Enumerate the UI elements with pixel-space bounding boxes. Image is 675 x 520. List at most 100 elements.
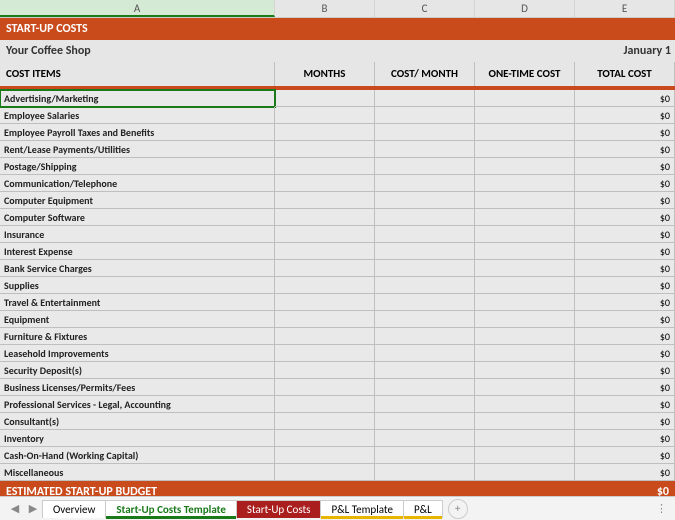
cell-total[interactable]: $0	[575, 413, 675, 430]
cell-cost-month[interactable]	[375, 379, 475, 396]
cell-one-time[interactable]	[475, 294, 575, 311]
cell-one-time[interactable]	[475, 311, 575, 328]
tab-pl-template[interactable]: P&L Template	[320, 500, 403, 518]
cell-total[interactable]: $0	[575, 277, 675, 294]
cost-item-label[interactable]: Bank Service Charges	[0, 260, 275, 277]
cost-item-label[interactable]: Employee Salaries	[0, 107, 275, 124]
cost-item-label[interactable]: Consultant(s)	[0, 413, 275, 430]
cell-months[interactable]	[275, 464, 375, 481]
cell-months[interactable]	[275, 345, 375, 362]
tab-nav-prev-icon[interactable]: ◀	[6, 500, 24, 518]
cell-cost-month[interactable]	[375, 158, 475, 175]
cell-one-time[interactable]	[475, 362, 575, 379]
cell-months[interactable]	[275, 226, 375, 243]
cell-months[interactable]	[275, 175, 375, 192]
cost-item-label[interactable]: Advertising/Marketing	[0, 90, 275, 107]
cell-cost-month[interactable]	[375, 464, 475, 481]
cell-total[interactable]: $0	[575, 447, 675, 464]
col-header-c[interactable]: C	[375, 0, 475, 17]
cell-cost-month[interactable]	[375, 243, 475, 260]
cost-item-label[interactable]: Furniture & Fixtures	[0, 328, 275, 345]
cell-cost-month[interactable]	[375, 362, 475, 379]
col-header-a[interactable]: A	[0, 0, 275, 17]
cell-total[interactable]: $0	[575, 362, 675, 379]
cell-months[interactable]	[275, 260, 375, 277]
cell-total[interactable]: $0	[575, 124, 675, 141]
cell-months[interactable]	[275, 192, 375, 209]
cost-item-label[interactable]: Supplies	[0, 277, 275, 294]
cell-one-time[interactable]	[475, 243, 575, 260]
cell-cost-month[interactable]	[375, 260, 475, 277]
cost-item-label[interactable]: Equipment	[0, 311, 275, 328]
cost-item-label[interactable]: Inventory	[0, 430, 275, 447]
cell-total[interactable]: $0	[575, 311, 675, 328]
cell-months[interactable]	[275, 90, 375, 107]
cost-item-label[interactable]: Postage/Shipping	[0, 158, 275, 175]
cell-months[interactable]	[275, 243, 375, 260]
cell-total[interactable]: $0	[575, 379, 675, 396]
cell-cost-month[interactable]	[375, 192, 475, 209]
cell-cost-month[interactable]	[375, 209, 475, 226]
cell-months[interactable]	[275, 430, 375, 447]
cell-months[interactable]	[275, 107, 375, 124]
cell-cost-month[interactable]	[375, 447, 475, 464]
cell-months[interactable]	[275, 311, 375, 328]
cell-months[interactable]	[275, 124, 375, 141]
col-header-e[interactable]: E	[575, 0, 675, 17]
cell-cost-month[interactable]	[375, 328, 475, 345]
cell-months[interactable]	[275, 379, 375, 396]
cell-months[interactable]	[275, 447, 375, 464]
cell-one-time[interactable]	[475, 260, 575, 277]
cost-item-label[interactable]: Insurance	[0, 226, 275, 243]
cell-months[interactable]	[275, 294, 375, 311]
cost-item-label[interactable]: Miscellaneous	[0, 464, 275, 481]
cell-one-time[interactable]	[475, 345, 575, 362]
cost-item-label[interactable]: Computer Software	[0, 209, 275, 226]
cost-item-label[interactable]: Leasehold Improvements	[0, 345, 275, 362]
cell-one-time[interactable]	[475, 158, 575, 175]
cell-total[interactable]: $0	[575, 345, 675, 362]
cell-total[interactable]: $0	[575, 158, 675, 175]
cell-cost-month[interactable]	[375, 107, 475, 124]
cell-one-time[interactable]	[475, 447, 575, 464]
cell-cost-month[interactable]	[375, 226, 475, 243]
cell-one-time[interactable]	[475, 396, 575, 413]
cell-one-time[interactable]	[475, 209, 575, 226]
cell-months[interactable]	[275, 158, 375, 175]
cell-cost-month[interactable]	[375, 277, 475, 294]
col-header-b[interactable]: B	[275, 0, 375, 17]
cell-cost-month[interactable]	[375, 311, 475, 328]
cell-cost-month[interactable]	[375, 345, 475, 362]
cell-total[interactable]: $0	[575, 294, 675, 311]
cost-item-label[interactable]: Travel & Entertainment	[0, 294, 275, 311]
cell-one-time[interactable]	[475, 90, 575, 107]
tab-startup-template[interactable]: Start-Up Costs Template	[105, 500, 237, 518]
cell-cost-month[interactable]	[375, 430, 475, 447]
date-label[interactable]: January 1	[475, 40, 675, 62]
cell-total[interactable]: $0	[575, 209, 675, 226]
cell-one-time[interactable]	[475, 226, 575, 243]
cell-one-time[interactable]	[475, 107, 575, 124]
cell-total[interactable]: $0	[575, 396, 675, 413]
cell-cost-month[interactable]	[375, 90, 475, 107]
cost-item-label[interactable]: Professional Services - Legal, Accountin…	[0, 396, 275, 413]
tab-pl[interactable]: P&L	[403, 500, 443, 518]
cell-months[interactable]	[275, 362, 375, 379]
cell-months[interactable]	[275, 328, 375, 345]
shop-name[interactable]: Your Coffee Shop	[0, 40, 475, 62]
cell-total[interactable]: $0	[575, 328, 675, 345]
cell-cost-month[interactable]	[375, 175, 475, 192]
cell-total[interactable]: $0	[575, 243, 675, 260]
col-header-d[interactable]: D	[475, 0, 575, 17]
cell-one-time[interactable]	[475, 192, 575, 209]
cell-one-time[interactable]	[475, 124, 575, 141]
cell-cost-month[interactable]	[375, 294, 475, 311]
add-sheet-icon[interactable]: +	[448, 499, 468, 519]
cell-one-time[interactable]	[475, 141, 575, 158]
cost-item-label[interactable]: Employee Payroll Taxes and Benefits	[0, 124, 275, 141]
cell-one-time[interactable]	[475, 464, 575, 481]
cost-item-label[interactable]: Interest Expense	[0, 243, 275, 260]
cell-months[interactable]	[275, 277, 375, 294]
cell-total[interactable]: $0	[575, 107, 675, 124]
cell-months[interactable]	[275, 141, 375, 158]
